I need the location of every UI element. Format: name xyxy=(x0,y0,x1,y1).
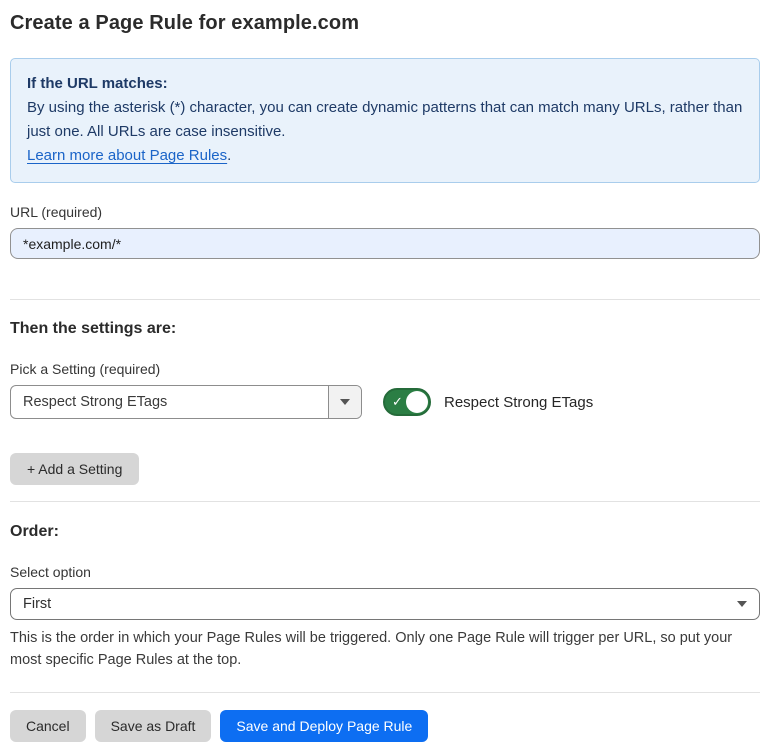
info-box-link-line: Learn more about Page Rules. xyxy=(27,144,743,168)
settings-heading: Then the settings are: xyxy=(10,320,760,338)
order-select-value: First xyxy=(23,596,737,612)
url-input[interactable] xyxy=(10,228,760,259)
check-icon: ✓ xyxy=(392,394,403,410)
toggle-knob xyxy=(406,391,428,413)
setting-select-value: Respect Strong ETags xyxy=(11,386,328,418)
url-field-label: URL (required) xyxy=(10,204,760,220)
pick-setting-label: Pick a Setting (required) xyxy=(10,361,760,377)
setting-select-arrow-button[interactable] xyxy=(328,386,361,418)
chevron-down-icon xyxy=(737,601,747,607)
chevron-down-icon xyxy=(340,399,350,405)
save-and-deploy-button[interactable]: Save and Deploy Page Rule xyxy=(220,710,428,742)
page-title: Create a Page Rule for example.com xyxy=(10,12,760,35)
save-as-draft-button[interactable]: Save as Draft xyxy=(95,710,212,742)
order-heading: Order: xyxy=(10,523,760,541)
toggle-label: Respect Strong ETags xyxy=(444,394,593,411)
section-divider xyxy=(10,299,760,300)
link-suffix: . xyxy=(227,147,231,164)
action-buttons-row: Cancel Save as Draft Save and Deploy Pag… xyxy=(10,710,760,742)
info-box-body: By using the asterisk (*) character, you… xyxy=(27,96,743,144)
create-page-rule-form: Create a Page Rule for example.com If th… xyxy=(0,0,769,742)
etags-toggle[interactable]: ✓ xyxy=(383,388,431,416)
learn-more-link[interactable]: Learn more about Page Rules xyxy=(27,147,227,164)
add-setting-button[interactable]: + Add a Setting xyxy=(10,453,139,485)
info-box-heading: If the URL matches: xyxy=(27,72,743,96)
setting-select[interactable]: Respect Strong ETags xyxy=(10,385,362,419)
setting-toggle-wrap: ✓ Respect Strong ETags xyxy=(383,388,593,416)
cancel-button[interactable]: Cancel xyxy=(10,710,86,742)
order-select-label: Select option xyxy=(10,564,760,580)
order-help-text: This is the order in which your Page Rul… xyxy=(10,627,760,671)
url-match-info-box: If the URL matches: By using the asteris… xyxy=(10,58,760,183)
section-divider xyxy=(10,501,760,502)
setting-row: Respect Strong ETags ✓ Respect Strong ET… xyxy=(10,385,760,419)
order-select[interactable]: First xyxy=(10,588,760,620)
section-divider xyxy=(10,692,760,693)
